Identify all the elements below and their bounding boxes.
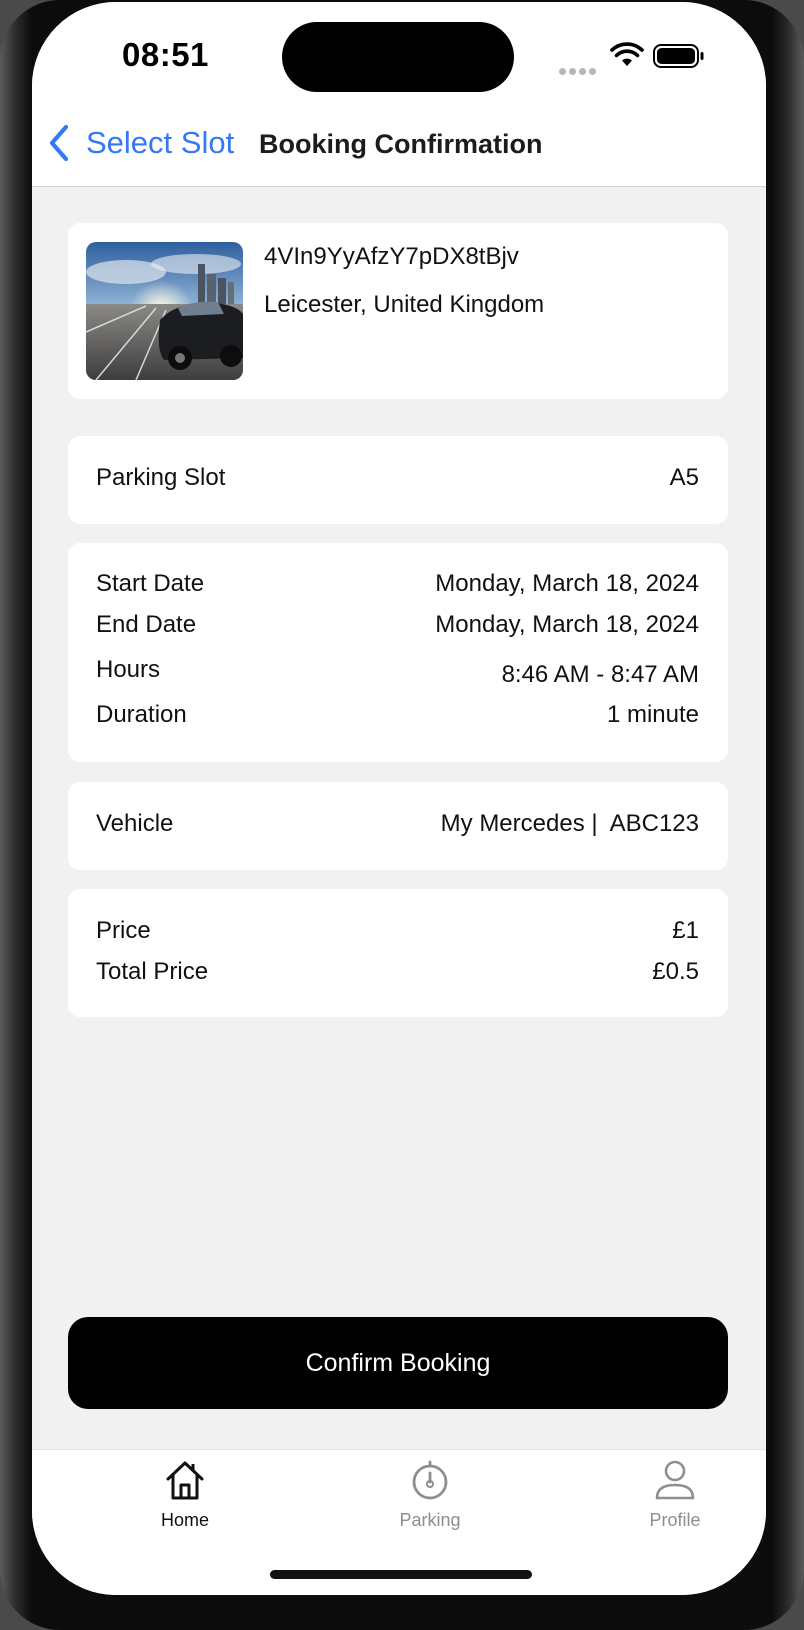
hours-label: Hours bbox=[96, 656, 161, 683]
end-date-value: Monday, March 18, 2024 bbox=[435, 611, 699, 638]
vehicle-value: My Mercedes | ABC123 bbox=[440, 810, 699, 837]
chevron-left-icon bbox=[49, 124, 69, 162]
tab-profile[interactable]: Profile bbox=[600, 1458, 750, 1548]
location-thumbnail bbox=[86, 242, 243, 380]
parking-timer-icon bbox=[412, 1460, 448, 1500]
price-value: £1 bbox=[672, 917, 699, 944]
content-area: 4VIn9YyAfzY7pDX8tBjv Leicester, United K… bbox=[32, 187, 766, 1449]
dynamic-island bbox=[282, 22, 514, 92]
home-icon bbox=[166, 1461, 204, 1500]
price-card: Price £1 Total Price £0.5 bbox=[68, 889, 728, 1017]
end-date-label: End Date bbox=[96, 611, 197, 638]
parking-slot-card: Parking Slot A5 bbox=[68, 436, 728, 524]
wifi-icon bbox=[610, 42, 644, 66]
total-price-value: £0.5 bbox=[652, 958, 699, 985]
start-date-label: Start Date bbox=[96, 570, 205, 597]
tab-parking-label: Parking bbox=[399, 1510, 461, 1530]
price-label: Price bbox=[96, 917, 151, 944]
page-title: Booking Confirmation bbox=[259, 129, 543, 159]
total-price-label: Total Price bbox=[96, 958, 209, 985]
location-name: 4VIn9YyAfzY7pDX8tBjv bbox=[264, 243, 519, 270]
navigation-bar: Select Slot Booking Confirmation bbox=[32, 112, 766, 187]
parking-photo-image bbox=[86, 242, 243, 380]
person-icon bbox=[655, 1460, 695, 1500]
duration-value: 1 minute bbox=[606, 701, 699, 728]
location-card: 4VIn9YyAfzY7pDX8tBjv Leicester, United K… bbox=[68, 223, 728, 399]
battery-icon bbox=[653, 44, 704, 68]
tab-home-label: Home bbox=[160, 1510, 209, 1530]
parking-slot-label: Parking Slot bbox=[96, 464, 226, 491]
start-date-value: Monday, March 18, 2024 bbox=[435, 570, 699, 597]
confirm-booking-button[interactable]: Confirm Booking bbox=[68, 1317, 728, 1409]
screen: 08:51 Select Slot Booking Confirmation 4… bbox=[32, 2, 766, 1595]
status-bar: 08:51 bbox=[32, 2, 766, 112]
duration-label: Duration bbox=[96, 701, 187, 728]
tab-profile-label: Profile bbox=[649, 1510, 701, 1530]
tab-home[interactable]: Home bbox=[110, 1458, 260, 1548]
home-indicator[interactable] bbox=[270, 1570, 532, 1579]
back-label: Select Slot bbox=[86, 125, 235, 160]
hours-value: 8:46 AM - 8:47 AM bbox=[501, 661, 699, 688]
vehicle-label: Vehicle bbox=[96, 810, 174, 837]
vehicle-card: Vehicle My Mercedes | ABC123 bbox=[68, 782, 728, 870]
schedule-card: Start Date Monday, March 18, 2024 End Da… bbox=[68, 543, 728, 762]
device-frame: 08:51 Select Slot Booking Confirmation 4… bbox=[0, 0, 804, 1630]
location-address: Leicester, United Kingdom bbox=[264, 291, 545, 318]
status-time: 08:51 bbox=[122, 36, 209, 73]
cellular-signal-icon bbox=[559, 62, 599, 80]
tab-parking[interactable]: Parking bbox=[355, 1458, 505, 1548]
back-button[interactable]: Select Slot bbox=[46, 120, 234, 166]
parking-slot-value: A5 bbox=[669, 464, 699, 491]
